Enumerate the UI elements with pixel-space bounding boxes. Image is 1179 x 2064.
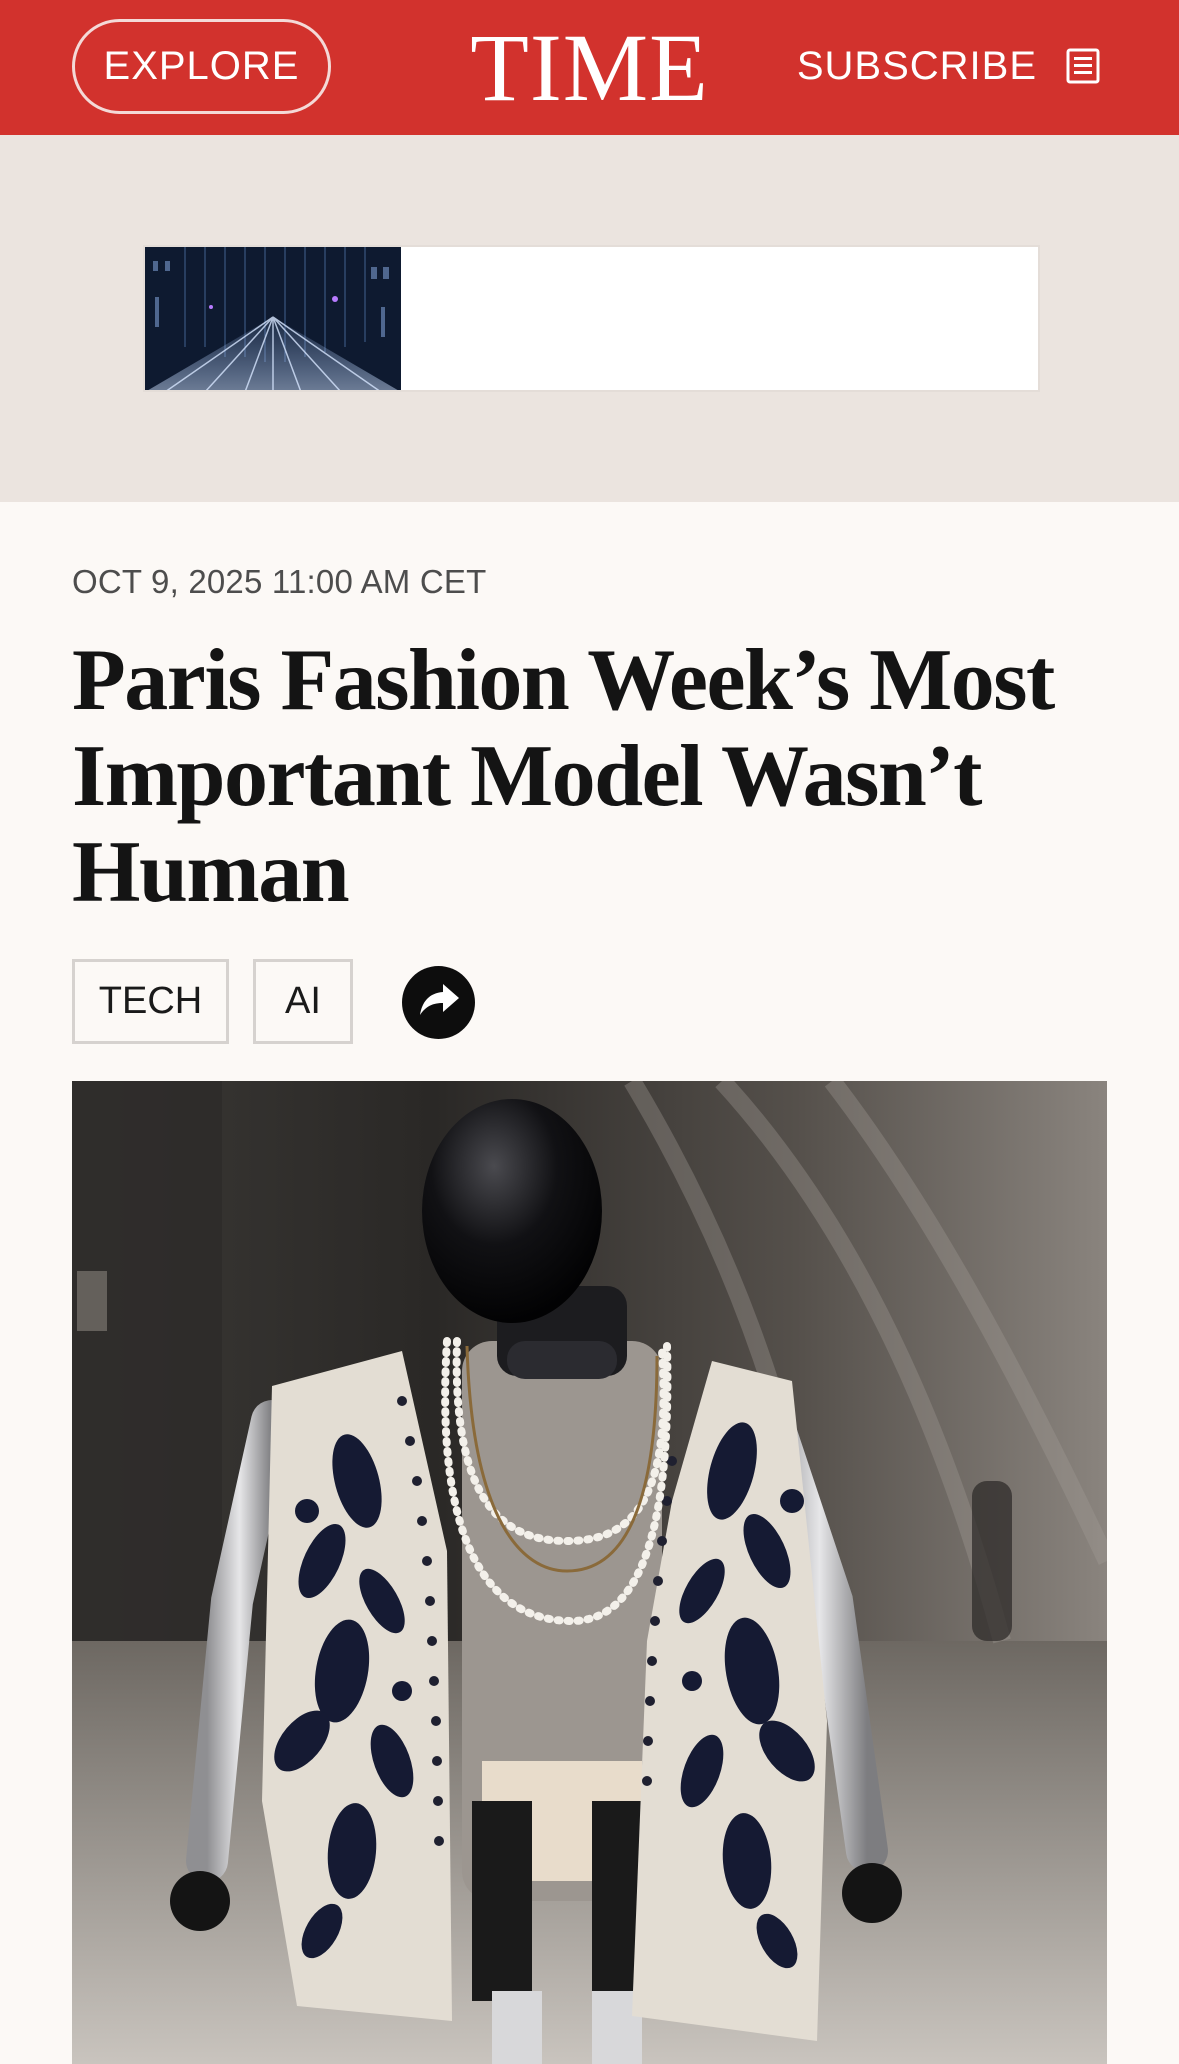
article-headline: Paris Fashion Week’s Most Important Mode… bbox=[72, 632, 1055, 921]
newspaper-icon[interactable] bbox=[1065, 47, 1101, 85]
tag-tech[interactable]: TECH bbox=[72, 959, 229, 1044]
top-nav-bar: EXPLORE TIME SUBSCRIBE bbox=[0, 0, 1179, 135]
subscribe-link[interactable]: SUBSCRIBE bbox=[797, 38, 1037, 94]
share-arrow-icon bbox=[417, 980, 461, 1025]
advertisement-banner[interactable] bbox=[143, 245, 1040, 392]
article-dateline: OCT 9, 2025 11:00 AM CET bbox=[72, 563, 487, 600]
hero-image bbox=[72, 1081, 1107, 2064]
tag-ai[interactable]: AI bbox=[253, 959, 353, 1044]
share-button[interactable] bbox=[402, 966, 475, 1039]
explore-button[interactable]: EXPLORE bbox=[72, 19, 331, 114]
ad-image bbox=[145, 247, 401, 390]
ad-region bbox=[0, 135, 1179, 502]
